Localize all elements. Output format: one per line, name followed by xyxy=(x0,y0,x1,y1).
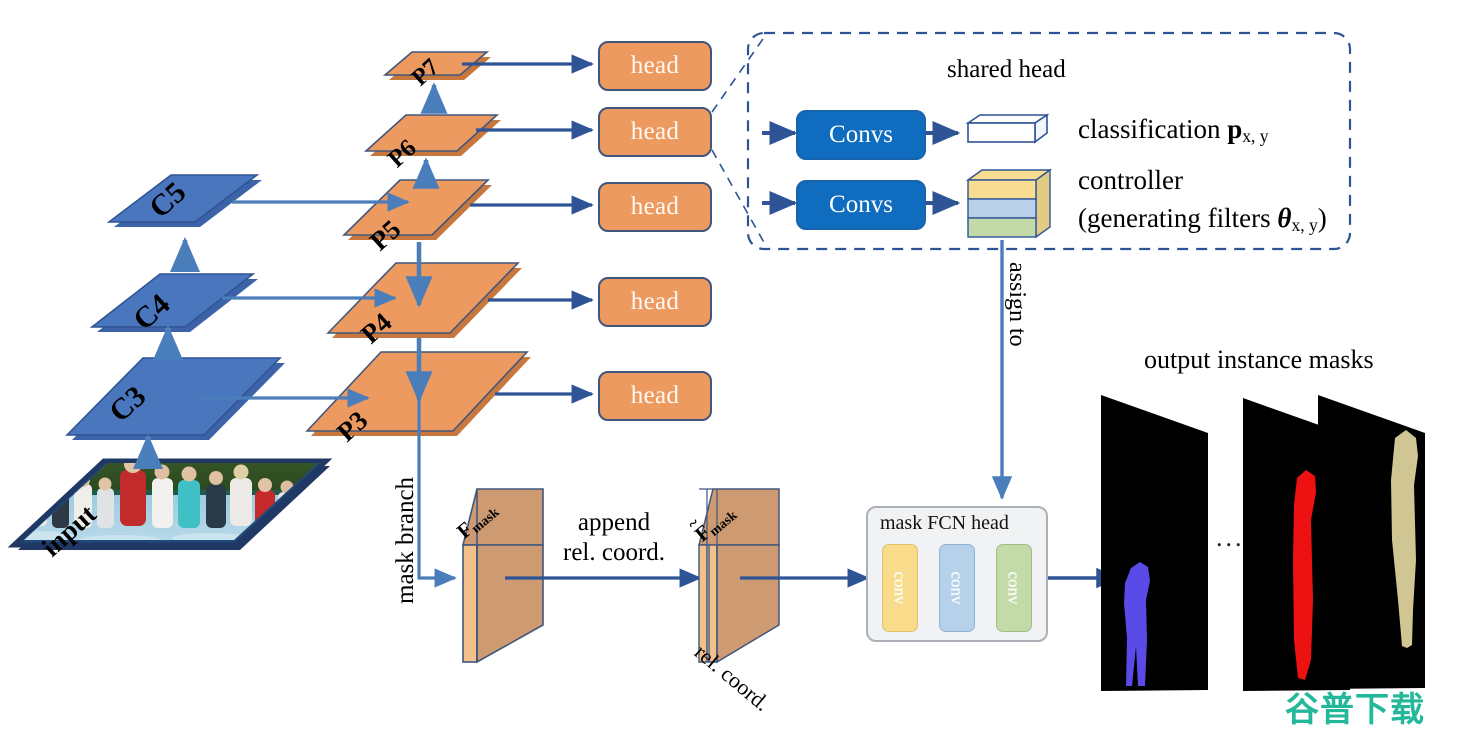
fcn-conv-3-label: conv xyxy=(1004,571,1024,605)
output-mask-plane-1 xyxy=(1101,395,1208,691)
classification-box-3d xyxy=(965,113,1050,144)
shared-head-leader-lines xyxy=(711,35,767,247)
head-box-label: head xyxy=(630,52,680,79)
shared-head-title: shared head xyxy=(947,56,1066,83)
head-box-label: head xyxy=(630,193,680,220)
fcn-conv-2-label: conv xyxy=(947,571,967,605)
assign-to-label: assign to xyxy=(1004,262,1030,347)
controller-symbol-theta: θ xyxy=(1277,203,1292,233)
classification-text: classification xyxy=(1078,114,1228,144)
output-mask-plane-3 xyxy=(1318,395,1425,689)
append-line1: append xyxy=(577,509,651,536)
controller-output-sublabel: (generating filters θx, y) xyxy=(1078,203,1327,236)
controller-line2-pre: (generating filters xyxy=(1078,203,1278,233)
head-box-label: head xyxy=(630,118,680,145)
head-box-p7[interactable]: head xyxy=(598,41,712,91)
mask-fcn-head-box: mask FCN head conv conv conv xyxy=(866,506,1048,642)
classification-output-label: classification px, y xyxy=(1078,114,1269,147)
classification-subscript: x, y xyxy=(1242,125,1269,146)
head-box-p6[interactable]: head xyxy=(598,107,712,157)
output-masks-title: output instance masks xyxy=(1144,345,1374,374)
append-line2: rel. coord. xyxy=(563,538,666,566)
fcn-conv-3[interactable]: conv xyxy=(996,544,1032,632)
diagram-canvas: C5 C4 C3 input P7 P6 P5 P4 P3 head head … xyxy=(0,0,1469,730)
controller-line2-post: ) xyxy=(1317,203,1327,233)
append-rel-coord-label: append rel. coord. xyxy=(563,508,665,567)
controller-subscript: x, y xyxy=(1291,214,1318,235)
backbone-plane-c4 xyxy=(89,273,258,332)
fpn-to-head-arrows xyxy=(462,54,594,404)
convs-box-classification[interactable]: Convs xyxy=(796,110,926,160)
fcn-conv-1[interactable]: conv xyxy=(882,544,918,632)
controller-output-label: controller xyxy=(1078,165,1183,196)
convs-box-controller[interactable]: Convs xyxy=(796,180,926,230)
fcn-conv-2[interactable]: conv xyxy=(939,544,975,632)
classification-symbol: p xyxy=(1227,114,1243,144)
watermark: 谷普下载 xyxy=(1285,690,1425,730)
convs-label: Convs xyxy=(829,121,893,148)
head-box-p5[interactable]: head xyxy=(598,182,712,232)
convs-label: Convs xyxy=(829,191,893,218)
head-box-label: head xyxy=(630,382,680,409)
mask-branch-label: mask branch xyxy=(392,476,419,604)
controller-text: controller xyxy=(1078,165,1183,195)
controller-stack-3d xyxy=(965,168,1053,239)
output-masks-ellipsis: ... xyxy=(1216,523,1245,552)
mask-fcn-head-title: mask FCN head xyxy=(880,512,1009,534)
head-box-p3[interactable]: head xyxy=(598,371,712,421)
head-box-p4[interactable]: head xyxy=(598,277,712,327)
fcn-conv-1-label: conv xyxy=(890,571,910,605)
head-box-label: head xyxy=(630,288,680,315)
